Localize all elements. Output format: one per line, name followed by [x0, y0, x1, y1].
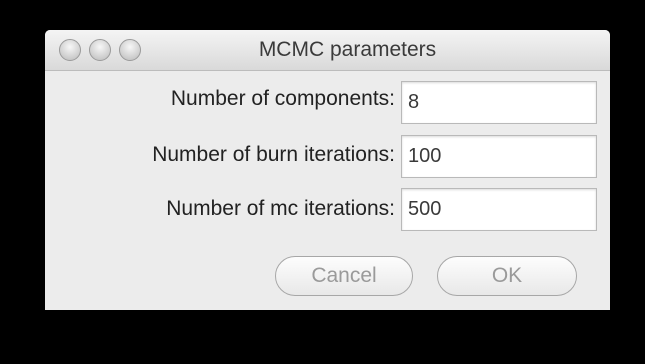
components-label: Number of components:	[170, 87, 395, 110]
mc-iterations-label: Number of mc iterations:	[166, 197, 395, 220]
cancel-button[interactable]: Cancel	[275, 256, 413, 296]
window-title: MCMC parameters	[45, 30, 610, 70]
burn-iterations-label: Number of burn iterations:	[152, 143, 395, 166]
ok-button[interactable]: OK	[437, 256, 577, 296]
burn-iterations-input[interactable]: 100	[401, 135, 597, 178]
mc-iterations-input[interactable]: 500	[401, 188, 597, 231]
window-title-text: MCMC parameters	[258, 38, 437, 61]
mcmc-parameters-dialog: MCMC parameters Number of components: 8 …	[45, 30, 610, 310]
title-bar[interactable]: MCMC parameters	[45, 30, 610, 71]
components-input[interactable]: 8	[401, 81, 597, 124]
